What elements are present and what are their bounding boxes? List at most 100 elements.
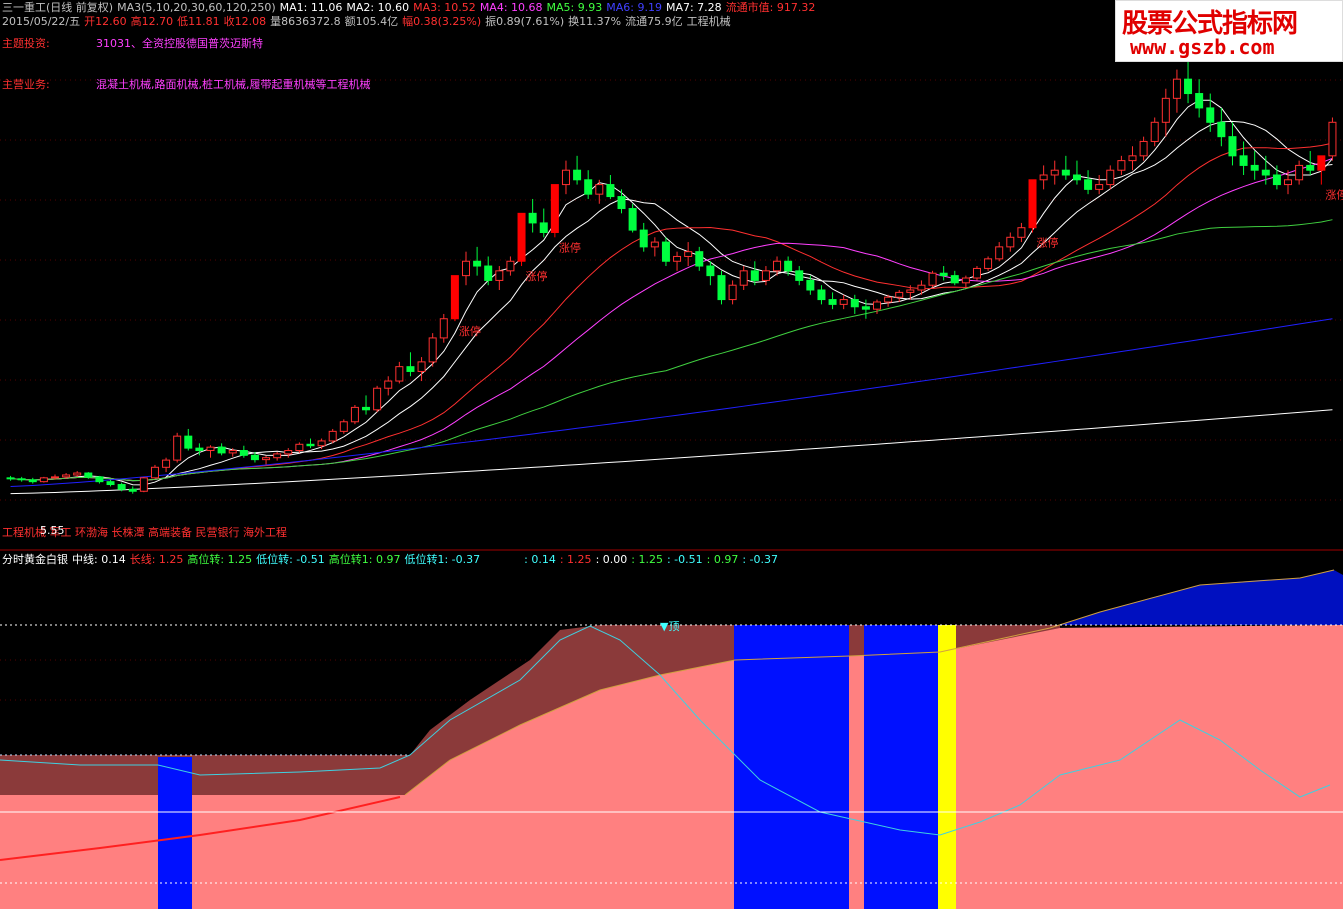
indicator-header: 分时黄金白银 中线: 0.14 长线: 1.25 高位转: 1.25 低位转: -0.5… — [2, 553, 782, 566]
indicator-item-7: : 1.25 — [559, 553, 592, 566]
candle-body-71 — [795, 270, 804, 281]
candle-body-46 — [517, 212, 526, 262]
ma-line-250 — [10, 409, 1333, 495]
business-row: 主营业务: 混凝土机械,路面机械,桩工机械,履带起重机械等工程机械 — [2, 78, 371, 91]
candle-body-115 — [1284, 179, 1293, 186]
candle-body-79 — [884, 296, 893, 303]
candle-body-110 — [1228, 136, 1237, 157]
ma-line-60 — [10, 219, 1333, 482]
indicator-item-8: : 0.00 — [595, 553, 628, 566]
candle-body-12 — [139, 477, 148, 492]
candle-body-93 — [1039, 174, 1048, 181]
candle-body-106 — [1184, 78, 1193, 95]
candle-body-0 — [6, 477, 15, 480]
limit-up-label-1: 涨停 — [526, 269, 548, 283]
candle-body-13 — [150, 466, 159, 479]
candle-body-6 — [73, 472, 82, 476]
indicator-item-9: : 1.25 — [631, 553, 663, 566]
candle-body-20 — [228, 450, 237, 454]
candle-body-85 — [950, 275, 959, 284]
candle-body-25 — [284, 450, 293, 455]
indicator-item-5: 低位转1: -0.37 — [404, 553, 481, 566]
limit-up-label-2: 涨停 — [559, 240, 581, 254]
candle-body-10 — [117, 484, 126, 490]
hdr2-0: 2015/05/22/五 — [2, 15, 81, 28]
candle-body-64 — [717, 275, 726, 301]
candle-body-116 — [1295, 164, 1304, 181]
candle-body-15 — [173, 435, 182, 461]
top-marker-label: ▼顶 — [660, 620, 680, 633]
theme-label: 主题投资: — [2, 37, 50, 50]
candle-body-29 — [328, 430, 337, 442]
ma-line-120 — [10, 318, 1333, 487]
hdr2-1: 开12.60 — [84, 15, 127, 28]
indicator-item-4: 高位转1: 0.97 — [328, 553, 401, 566]
candle-body-55 — [617, 196, 626, 210]
hdr1-7: MA6: 9.19 — [606, 1, 662, 14]
ma-line-30 — [10, 157, 1333, 482]
candle-body-78 — [873, 301, 882, 310]
candle-body-95 — [1061, 169, 1070, 176]
candle-body-88 — [984, 258, 993, 269]
candle-body-5 — [62, 474, 71, 478]
candle-body-58 — [650, 241, 659, 248]
candle-body-60 — [673, 255, 682, 262]
candle-body-7 — [84, 472, 93, 478]
candle-body-4 — [50, 476, 59, 479]
candle-body-66 — [739, 270, 748, 286]
candle-body-45 — [506, 260, 515, 272]
low-price-label: 5.55 — [40, 524, 65, 537]
limit-up-label-3: 涨停 — [1037, 236, 1059, 250]
candle-body-86 — [961, 277, 970, 284]
candle-body-52 — [584, 179, 593, 195]
indicator-item-0: 中线: 0.14 — [72, 553, 126, 566]
candle-body-56 — [628, 208, 637, 231]
candle-body-1 — [17, 478, 26, 481]
header-line1: 三一重工(日线 前复权) MA3(5,10,20,30,60,120,250) MA… — [2, 1, 819, 14]
candle-body-32 — [362, 406, 371, 411]
candle-body-73 — [817, 289, 826, 301]
candle-body-76 — [850, 299, 859, 308]
candle-body-117 — [1306, 164, 1315, 171]
blue-bar-0 — [158, 757, 192, 909]
candle-body-31 — [350, 406, 359, 423]
candle-body-16 — [184, 435, 193, 449]
hdr1-1: MA3(5,10,20,30,60,120,250) — [117, 1, 276, 14]
candle-body-14 — [162, 459, 171, 468]
candle-body-92 — [1028, 179, 1037, 229]
candle-body-87 — [972, 267, 981, 279]
hdr1-2: MA1: 11.06 — [279, 1, 343, 14]
watermark: 股票公式指标网 www.gszb.com — [1115, 0, 1343, 62]
candle-body-99 — [1106, 169, 1115, 186]
chart-canvas: 涨停涨停涨停 涨停涨停 — [0, 60, 1343, 909]
candle-body-89 — [995, 246, 1004, 260]
business-value: 混凝土机械,路面机械,桩工机械,履带起重机械等工程机械 — [96, 78, 371, 91]
candle-body-38 — [428, 337, 437, 363]
hdr2-8: 振0.89(7.61%) — [485, 15, 565, 28]
candle-body-90 — [1006, 236, 1015, 248]
candle-body-107 — [1195, 93, 1204, 109]
candle-body-62 — [695, 251, 704, 267]
candle-body-57 — [639, 229, 648, 248]
candle-body-114 — [1272, 174, 1281, 186]
candle-body-80 — [895, 291, 904, 298]
candle-body-70 — [784, 260, 793, 272]
candle-body-59 — [661, 241, 670, 262]
hdr1-9: 流通市值: 917.32 — [725, 1, 816, 14]
limit-up-label-4: 涨停 — [1325, 188, 1343, 202]
ma-line-10 — [10, 120, 1333, 482]
candle-body-17 — [195, 447, 204, 452]
candle-body-9 — [106, 481, 115, 486]
candle-body-44 — [495, 270, 504, 281]
candle-body-35 — [395, 366, 404, 382]
candle-body-81 — [906, 289, 915, 293]
candle-body-77 — [861, 306, 870, 310]
candle-body-54 — [606, 184, 615, 198]
hdr1-8: MA7: 7.28 — [665, 1, 722, 14]
hdr1-4: MA3: 10.52 — [413, 1, 476, 14]
hdr2-4: 收12.08 — [223, 15, 267, 28]
hdr2-9: 换11.37% — [568, 15, 622, 28]
business-label: 主营业务: — [2, 78, 50, 91]
candle-body-19 — [217, 446, 226, 454]
candle-body-119 — [1328, 121, 1337, 157]
